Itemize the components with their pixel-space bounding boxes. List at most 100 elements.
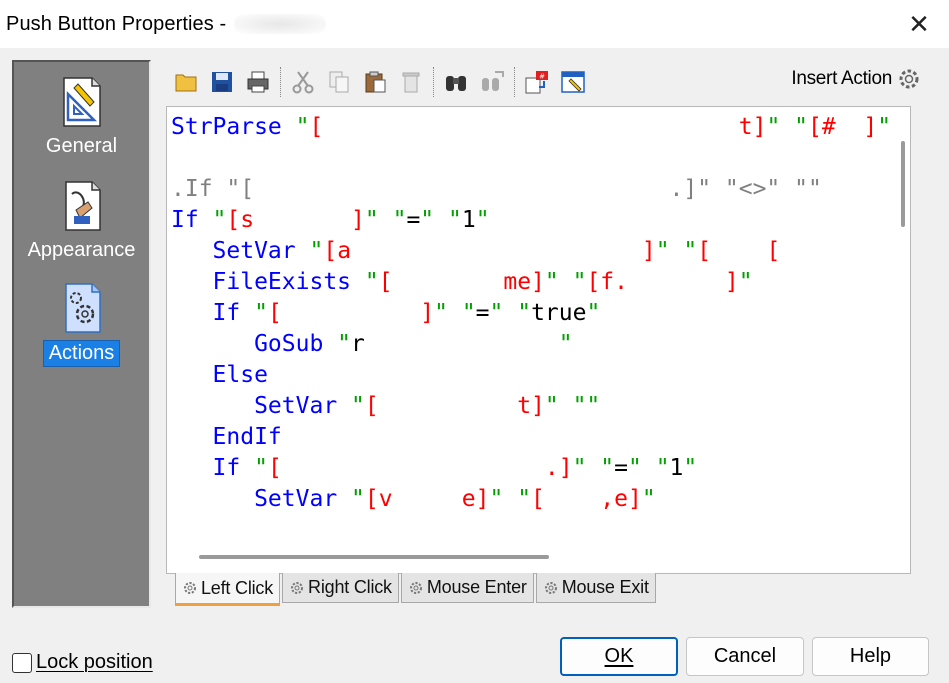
code-token: ": [337, 331, 352, 357]
tab-left-click[interactable]: Left Click: [175, 573, 281, 606]
horizontal-scroll-thumb[interactable]: [199, 555, 549, 559]
copy-button[interactable]: [321, 64, 357, 100]
tab-mouse-enter[interactable]: Mouse Enter: [400, 573, 534, 603]
replace-icon: [482, 71, 504, 91]
code-token: StrParse: [171, 114, 296, 140]
find-button[interactable]: [438, 64, 474, 100]
code-token: " ": [364, 207, 407, 233]
code-token: SetVar: [171, 486, 352, 512]
code-token: 1: [461, 207, 476, 233]
code-token: ": [309, 238, 324, 264]
general-icon: [62, 77, 101, 127]
print-icon: [247, 71, 269, 93]
code-line[interactable]: FileExists "[ me]" "[f. ]": [171, 267, 888, 298]
cut-button[interactable]: [285, 64, 321, 100]
code-token: [ ]: [267, 300, 435, 326]
code-token: GoSub: [171, 331, 338, 357]
cancel-button[interactable]: Cancel: [686, 637, 804, 676]
tab-label: Mouse Exit: [561, 577, 649, 597]
code-line[interactable]: SetVar "[ t]" "": [171, 391, 888, 422]
title-redacted: [234, 14, 327, 34]
vertical-scroll-thumb[interactable]: [901, 141, 905, 227]
horizontal-scrollbar[interactable]: [167, 543, 910, 573]
gear-icon: [899, 69, 919, 89]
save-icon: [212, 72, 232, 92]
code-line[interactable]: StrParse "[ t]" "[# ]" "[ap: [171, 112, 910, 143]
sidebar-item-appearance[interactable]: Appearance: [14, 178, 149, 263]
code-line[interactable]: SetVar "[a ]" "[ [: [171, 236, 888, 267]
code-token: [ me]: [378, 269, 545, 295]
code-token: [ [: [697, 238, 905, 264]
code-token: If: [171, 300, 255, 326]
gear-icon: [184, 582, 196, 594]
code-token: ": [254, 455, 268, 481]
action-code-editor[interactable]: StrParse "[ t]" "[# ]" "[ap .If "[ .]" "…: [166, 106, 911, 574]
code-token: " ": [434, 300, 476, 326]
paste-button[interactable]: [357, 64, 393, 100]
gear-icon: [291, 581, 304, 594]
code-token: ": [254, 300, 268, 326]
insert-variable-button[interactable]: #: [519, 64, 555, 100]
window-title: Push Button Properties -: [6, 12, 227, 35]
sidebar-item-actions[interactable]: Actions: [14, 280, 149, 367]
find-icon: [446, 76, 466, 91]
code-line[interactable]: GoSub "r ": [171, 329, 888, 360]
save-button[interactable]: [204, 64, 240, 100]
code-token: 1: [669, 455, 684, 481]
actions-icon: [64, 283, 101, 333]
insert-variable-icon: #: [525, 71, 548, 94]
code-token: " "": [544, 393, 601, 419]
code-line[interactable]: If "[ ]" "=" "true": [171, 298, 888, 329]
code-token: " ": [628, 455, 670, 481]
gear-icon: [409, 581, 422, 594]
toolbar-separator: [514, 67, 515, 97]
edit-window-button[interactable]: [555, 64, 591, 100]
code-token: =: [614, 455, 628, 481]
code-line[interactable]: If "[ .]" "=" "1": [171, 453, 888, 484]
replace-button[interactable]: [474, 64, 510, 100]
sidebar-item-label: Appearance: [27, 239, 136, 261]
editor-toolbar: # Insert Action: [168, 60, 938, 104]
code-token: [: [309, 114, 324, 140]
close-button[interactable]: ✕: [903, 8, 935, 40]
code-line[interactable]: If "[s ]" "=" "1": [171, 205, 888, 236]
title-bar: Push Button Properties - ✕: [0, 0, 949, 48]
tab-mouse-exit[interactable]: Mouse Exit: [535, 573, 656, 603]
appearance-icon: [64, 181, 101, 231]
lock-position-checkbox[interactable]: Lock position: [12, 651, 153, 674]
paste-icon: [365, 71, 386, 93]
code-token: SetVar: [171, 393, 352, 419]
ok-button[interactable]: OK: [560, 637, 678, 676]
code-token: FileExists: [171, 269, 365, 295]
code-token: ": [558, 331, 573, 357]
tab-label: Right Click: [308, 577, 392, 597]
code-line[interactable]: Else: [171, 360, 888, 391]
code-token: " ": [489, 486, 532, 512]
code-token: [# ]: [808, 114, 878, 140]
code-token: " ": [655, 238, 698, 264]
code-line[interactable]: .If "[ .]" "<>" "": [171, 174, 888, 205]
delete-icon: [402, 72, 420, 93]
open-button[interactable]: [168, 64, 204, 100]
sidebar-item-general[interactable]: General: [14, 74, 149, 159]
code-line[interactable]: SetVar "[v e]" "[ ,e]": [171, 484, 888, 515]
tab-right-click[interactable]: Right Click: [282, 573, 399, 603]
tab-label: Mouse Enter: [426, 577, 527, 597]
code-line[interactable]: [171, 143, 888, 174]
print-button[interactable]: [240, 64, 276, 100]
code-line[interactable]: EndIf: [171, 422, 888, 453]
code-token: true: [531, 300, 587, 326]
vertical-scrollbar[interactable]: [890, 107, 910, 573]
lock-position-label: Lock position: [36, 651, 153, 673]
code-token: Else: [171, 362, 268, 388]
code-text[interactable]: StrParse "[ t]" "[# ]" "[ap .If "[ .]" "…: [171, 112, 910, 515]
code-token: ": [738, 269, 753, 295]
help-button[interactable]: Help: [812, 637, 929, 676]
gear-icon: [544, 581, 557, 594]
insert-action-button[interactable]: Insert Action: [791, 66, 922, 92]
checkbox-box[interactable]: [12, 652, 32, 673]
code-token: .If "[ .]" "<>" "": [171, 176, 822, 202]
delete-button[interactable]: [393, 64, 429, 100]
